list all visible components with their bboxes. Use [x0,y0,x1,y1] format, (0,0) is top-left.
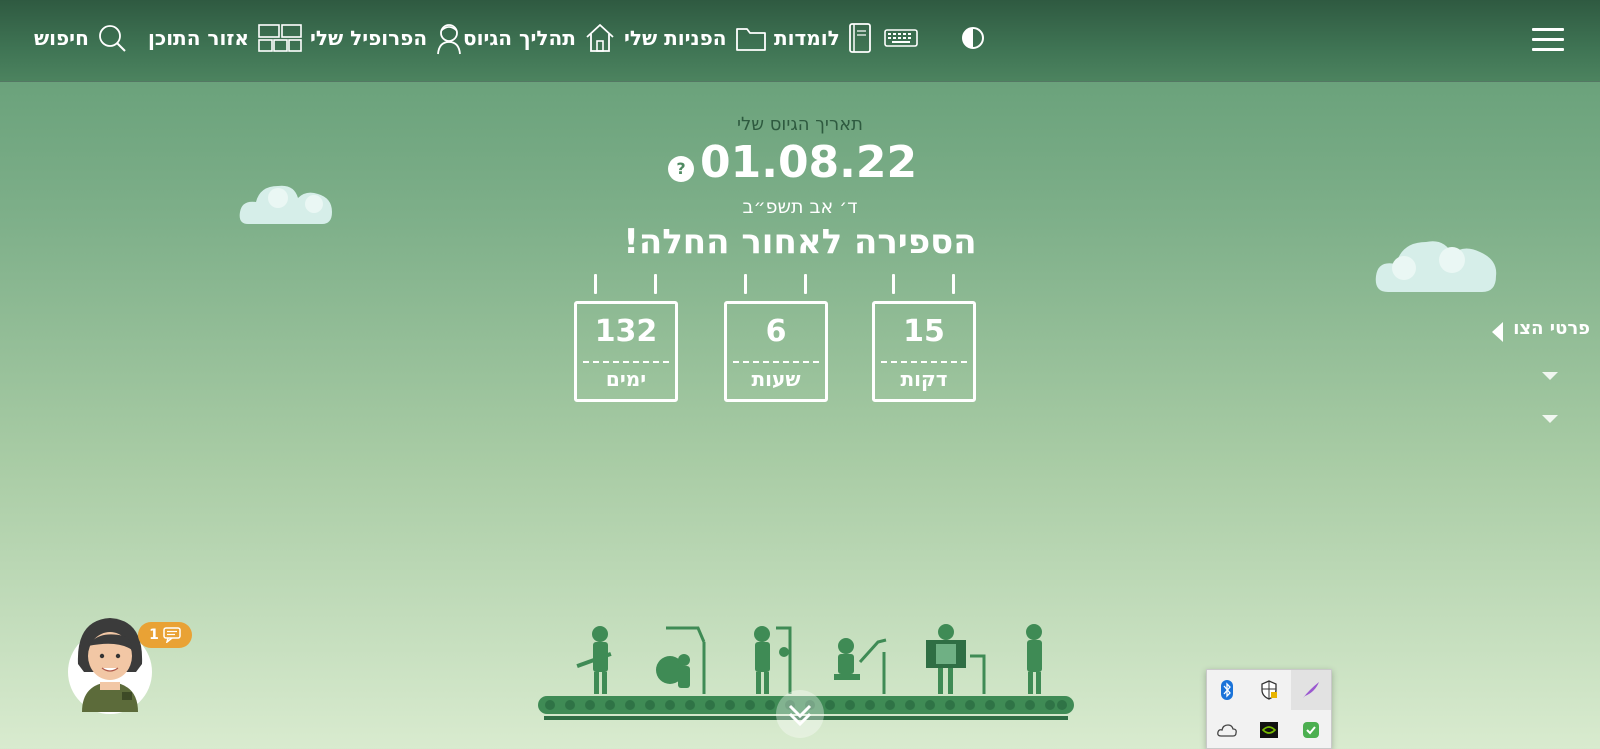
unread-messages-badge[interactable]: 1 [138,622,192,648]
chevron-down-icon[interactable] [1542,415,1558,423]
nav-content-area[interactable]: אזור התוכן [148,18,303,58]
cloud-icon[interactable] [1207,710,1247,749]
grid-icon [258,24,302,52]
double-chevron-down-icon [788,704,812,727]
enlistment-date: 01.08.22 [700,137,918,188]
nav-enlistment-process-label: תהליך הגיוס [463,26,576,50]
countdown-value: 15 [903,314,945,349]
security-shield-icon[interactable] [1249,670,1289,710]
nav-learning[interactable]: לומדות [774,18,872,58]
countdown-minutes: 15 דקות [872,272,976,402]
scroll-down-button[interactable] [776,690,824,738]
person-icon [437,24,461,55]
countdown-hours: 6 שעות [724,272,828,402]
nav-my-profile[interactable]: הפרופיל שלי [310,18,463,58]
countdown-value: 132 [594,314,658,349]
nav-learning-label: לומדות [774,26,840,50]
enlistment-date-caption: תאריך הגיוס שלי [737,114,863,135]
top-navigation-bar: לומדות הפניות שלי תהליך הגיוס הפרופיל של… [0,0,1600,82]
order-details-link[interactable]: פרטי הצו [1490,318,1590,346]
home-icon [586,24,614,52]
unread-count: 1 [149,627,159,643]
countdown-value: 6 [765,314,787,349]
countdown-unit: דקות [900,367,948,391]
check-shield-icon[interactable] [1291,710,1331,749]
nav-content-area-label: אזור התוכן [148,26,249,50]
search-icon [98,25,126,52]
countdown-days: 132 ימים [574,272,678,402]
help-icon[interactable]: ? [668,156,694,182]
countdown-unit: שעות [751,367,801,391]
nav-my-requests-label: הפניות שלי [624,26,727,50]
cloud-decoration [1375,241,1497,292]
nav-my-requests[interactable]: הפניות שלי [624,18,767,58]
nav-enlistment-process[interactable]: תהליך הגיוס [463,18,616,58]
nvidia-icon[interactable] [1249,710,1289,749]
nav-search-label: חיפוש [34,26,89,50]
countdown-headline: הספירה לאחור החלה! [623,222,977,262]
hebrew-date: ד׳ אב תשפ״ב [742,196,858,218]
bluetooth-icon[interactable] [1207,670,1247,710]
nav-search[interactable]: חיפוש [34,18,127,58]
contrast-icon[interactable] [962,27,984,49]
keyboard-icon[interactable] [884,29,918,47]
system-tray-overflow [1206,669,1332,749]
chevron-down-icon[interactable] [1542,372,1558,380]
countdown-unit: ימים [605,367,647,391]
book-icon [848,23,871,53]
hamburger-menu-icon[interactable] [1532,28,1564,52]
cloud-decoration [239,185,332,224]
feather-icon[interactable] [1291,670,1331,710]
chat-bubble-icon [163,627,181,643]
folder-icon [735,28,766,51]
nav-my-profile-label: הפרופיל שלי [310,26,428,50]
